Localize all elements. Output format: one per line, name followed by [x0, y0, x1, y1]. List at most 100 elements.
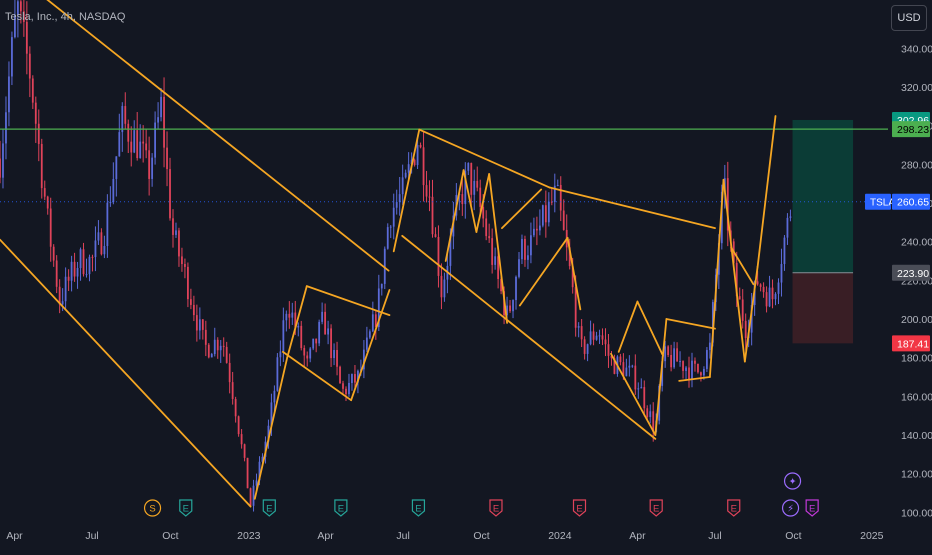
candle-body [386, 227, 389, 249]
candle-body [771, 287, 774, 300]
candle-body [97, 232, 100, 241]
candle-body [219, 345, 222, 351]
earnings-glyph: E [809, 504, 815, 515]
time-tick-label: Oct [473, 530, 489, 542]
price-tick-label: 320.00 [901, 82, 932, 94]
candle-body [204, 329, 207, 345]
candle-body [574, 287, 577, 328]
candle-body [759, 284, 762, 287]
candle-body [595, 335, 598, 340]
candle-body [279, 351, 282, 358]
candle-body [216, 339, 219, 351]
candle-body [768, 287, 771, 307]
candle-body [625, 367, 628, 377]
candle-body [643, 387, 646, 409]
candle-body [195, 315, 198, 331]
candle-body [398, 194, 401, 203]
candle-body [70, 261, 73, 281]
candle-body [166, 147, 168, 170]
candle-body [485, 218, 488, 237]
candle-body [324, 311, 327, 335]
candle-body [172, 218, 174, 235]
candle-body [741, 299, 744, 321]
currency-button[interactable]: USD [891, 5, 927, 31]
candle-body [547, 201, 550, 223]
candle-body [273, 390, 276, 403]
candle-body [127, 123, 130, 142]
candle-body [115, 156, 118, 179]
candle-body [303, 348, 306, 356]
candle-body [667, 346, 670, 355]
candle-body [318, 321, 321, 344]
chart-area[interactable]: 100.00 120.00 140.00 160.00 180.00 200.00 220.… [0, 0, 932, 550]
candle-body [685, 367, 687, 371]
candle-body [544, 205, 547, 223]
candle-body [580, 326, 583, 340]
split-glyph: S [149, 504, 155, 515]
candle-body [133, 130, 136, 153]
candle-body [598, 335, 601, 337]
chart-canvas[interactable]: 100.00120.00140.00160.00180.00200.00220.… [0, 0, 932, 550]
candle-body [103, 245, 106, 255]
candle-body [479, 187, 482, 207]
price-tick-label: 140.00 [901, 430, 932, 442]
candle-body [112, 178, 115, 203]
candle-body [25, 21, 28, 54]
candle-body [345, 388, 347, 395]
candle-body [234, 399, 237, 417]
event-glyph: ⚡ [787, 504, 794, 515]
candle-body [619, 356, 622, 363]
candle-body [321, 311, 324, 322]
candle-body [473, 180, 476, 195]
candle-body [106, 202, 109, 246]
candle-body [189, 299, 192, 305]
candle-body [351, 374, 353, 383]
candle-body [73, 261, 76, 277]
candle-body [297, 325, 300, 328]
price-tick-label: 240.00 [901, 237, 932, 249]
candle-body [207, 344, 210, 358]
candle-body [601, 335, 604, 340]
candle-body [700, 372, 702, 376]
candle-body [288, 313, 291, 318]
time-tick-label: Jul [708, 530, 721, 542]
candle-body [395, 202, 398, 208]
candle-body [368, 331, 371, 338]
candle-body [109, 202, 112, 204]
candle-body [515, 276, 517, 301]
candle-body [708, 342, 711, 351]
candle-body [521, 238, 523, 260]
candle-body [404, 172, 407, 178]
profit-zone [792, 119, 854, 273]
candle-body [437, 237, 440, 276]
candle-body [538, 225, 541, 231]
candle-body [392, 207, 395, 227]
candle-body [419, 144, 422, 148]
candle-body [679, 361, 681, 363]
earnings-glyph: E [338, 504, 344, 515]
earnings-glyph: E [653, 504, 659, 515]
candle-body [541, 205, 544, 226]
candle-body [348, 382, 350, 395]
candle-body [416, 144, 419, 166]
candle-body [222, 345, 225, 347]
candle-body [312, 338, 315, 349]
candle-body [37, 123, 40, 144]
candle-body [789, 216, 792, 218]
candle-body [333, 350, 335, 359]
candle-body [228, 362, 231, 383]
candle-body [488, 236, 491, 239]
candle-body [285, 313, 288, 321]
resistance-price-tag-label: 298.23 [897, 124, 929, 136]
candle-body [243, 444, 246, 458]
price-tick-label: 100.00 [901, 507, 932, 519]
candle-body [527, 255, 529, 260]
price-tick-label: 160.00 [901, 391, 932, 403]
time-tick-label: 2023 [237, 530, 261, 542]
candle-body [354, 374, 356, 383]
candle-body [640, 387, 643, 389]
candle-body [559, 184, 562, 211]
candle-body [339, 366, 341, 384]
candle-body [777, 282, 780, 294]
candle-body [413, 159, 416, 166]
